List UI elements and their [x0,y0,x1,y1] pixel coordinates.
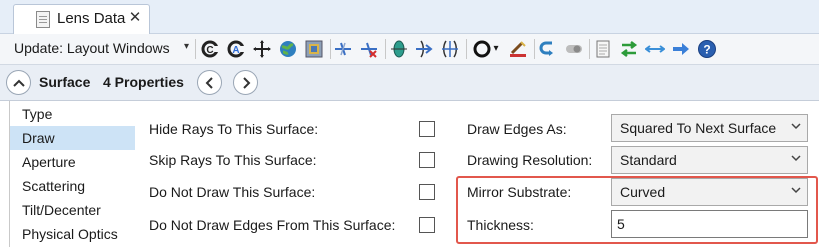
properties-panel: Type Draw Aperture Scattering Tilt/Decen… [0,101,819,247]
draw-edges-as-dropdown[interactable]: Squared To Next Surface [611,114,808,142]
chevron-down-icon [791,186,801,197]
category-item-aperture[interactable]: Aperture [10,150,135,174]
mirror-substrate-value: Curved [620,184,666,200]
toolbar-separator [330,39,331,59]
close-icon[interactable]: ✕ [126,9,144,27]
ray-split-icon[interactable] [333,39,353,59]
chevron-down-icon [791,122,801,133]
hide-rays-label: Hide Rays To This Surface: [149,121,319,137]
do-not-draw-checkbox[interactable] [419,184,435,200]
do-not-draw-label: Do Not Draw This Surface: [149,184,316,200]
pattern-icon[interactable] [304,39,324,59]
next-surface-button[interactable] [233,70,258,95]
category-item-type[interactable]: Type [10,102,135,126]
tab-lens-data[interactable]: Lens Data ✕ [13,4,150,35]
drawing-resolution-label: Drawing Resolution: [467,152,593,168]
toolbar-separator [385,39,386,59]
refresh-a-icon[interactable]: A [226,39,246,59]
chevron-down-icon[interactable]: ▾ [184,41,189,52]
category-list: Type Draw Aperture Scattering Tilt/Decen… [9,101,135,247]
category-item-physical-optics[interactable]: Physical Optics [10,222,135,246]
draw-edges-as-label: Draw Edges As: [467,121,567,137]
toggle-icon[interactable] [564,39,584,59]
category-item-draw[interactable]: Draw [10,126,135,150]
lens-green-icon[interactable] [389,39,409,59]
previous-surface-button[interactable] [197,70,222,95]
chevron-down-icon [791,154,801,165]
toolbar: Update: Layout Windows ▾ C A ▾ ? [0,34,819,64]
thickness-input[interactable]: 5 [611,210,808,238]
globe-icon[interactable] [278,39,298,59]
wizard-icon[interactable] [508,39,528,59]
category-item-tilt-decenter[interactable]: Tilt/Decenter [10,198,135,222]
right-arrow-icon[interactable] [671,39,691,59]
draw-edges-as-value: Squared To Next Surface [620,120,777,136]
properties-count: 4 Properties [103,74,184,90]
toolbar-separator [534,39,535,59]
mirror-substrate-dropdown[interactable]: Curved [611,178,808,206]
surface-properties-bar: Surface 4 Properties [0,64,819,101]
svg-text:A: A [232,45,239,56]
undo-arrow-icon[interactable] [538,39,558,59]
toolbar-separator [466,39,467,59]
document-icon[interactable] [593,39,613,59]
surface-title: Surface [39,74,91,90]
toolbar-separator [195,39,196,59]
drawing-resolution-dropdown[interactable]: Standard [611,146,808,174]
toolbar-separator [589,39,590,59]
mirror-substrate-label: Mirror Substrate: [467,184,572,200]
do-not-draw-edges-checkbox[interactable] [419,217,435,233]
update-dropdown[interactable]: Update: Layout Windows [14,40,170,56]
help-icon[interactable]: ? [697,39,717,59]
chevron-up-icon [12,79,25,87]
tab-strip: Lens Data ✕ [0,0,819,35]
lens-cross-icon[interactable] [440,39,460,59]
double-arrow-icon[interactable] [645,39,665,59]
thickness-label: Thickness: [467,217,534,233]
tab-label: Lens Data [57,10,126,27]
thickness-value: 5 [617,216,625,232]
document-icon [36,11,50,28]
skip-rays-label: Skip Rays To This Surface: [149,152,317,168]
category-item-scattering[interactable]: Scattering [10,174,135,198]
svg-text:?: ? [703,43,710,57]
chevron-left-icon [205,76,213,89]
collapse-button[interactable] [6,70,31,95]
refresh-c-icon[interactable]: C [200,39,220,59]
hide-rays-checkbox[interactable] [419,121,435,137]
crosshair-icon[interactable] [252,39,272,59]
lens-arrow-icon[interactable] [414,39,434,59]
chevron-down-icon[interactable]: ▾ [490,39,502,59]
chevron-right-icon [242,76,250,89]
skip-rays-checkbox[interactable] [419,152,435,168]
drawing-resolution-value: Standard [620,152,677,168]
circle-dropdown-icon[interactable] [472,39,492,59]
ray-split-red-icon[interactable] [359,39,379,59]
do-not-draw-edges-label: Do Not Draw Edges From This Surface: [149,217,396,233]
svg-text:C: C [206,45,213,56]
transfer-arrows-icon[interactable] [619,39,639,59]
